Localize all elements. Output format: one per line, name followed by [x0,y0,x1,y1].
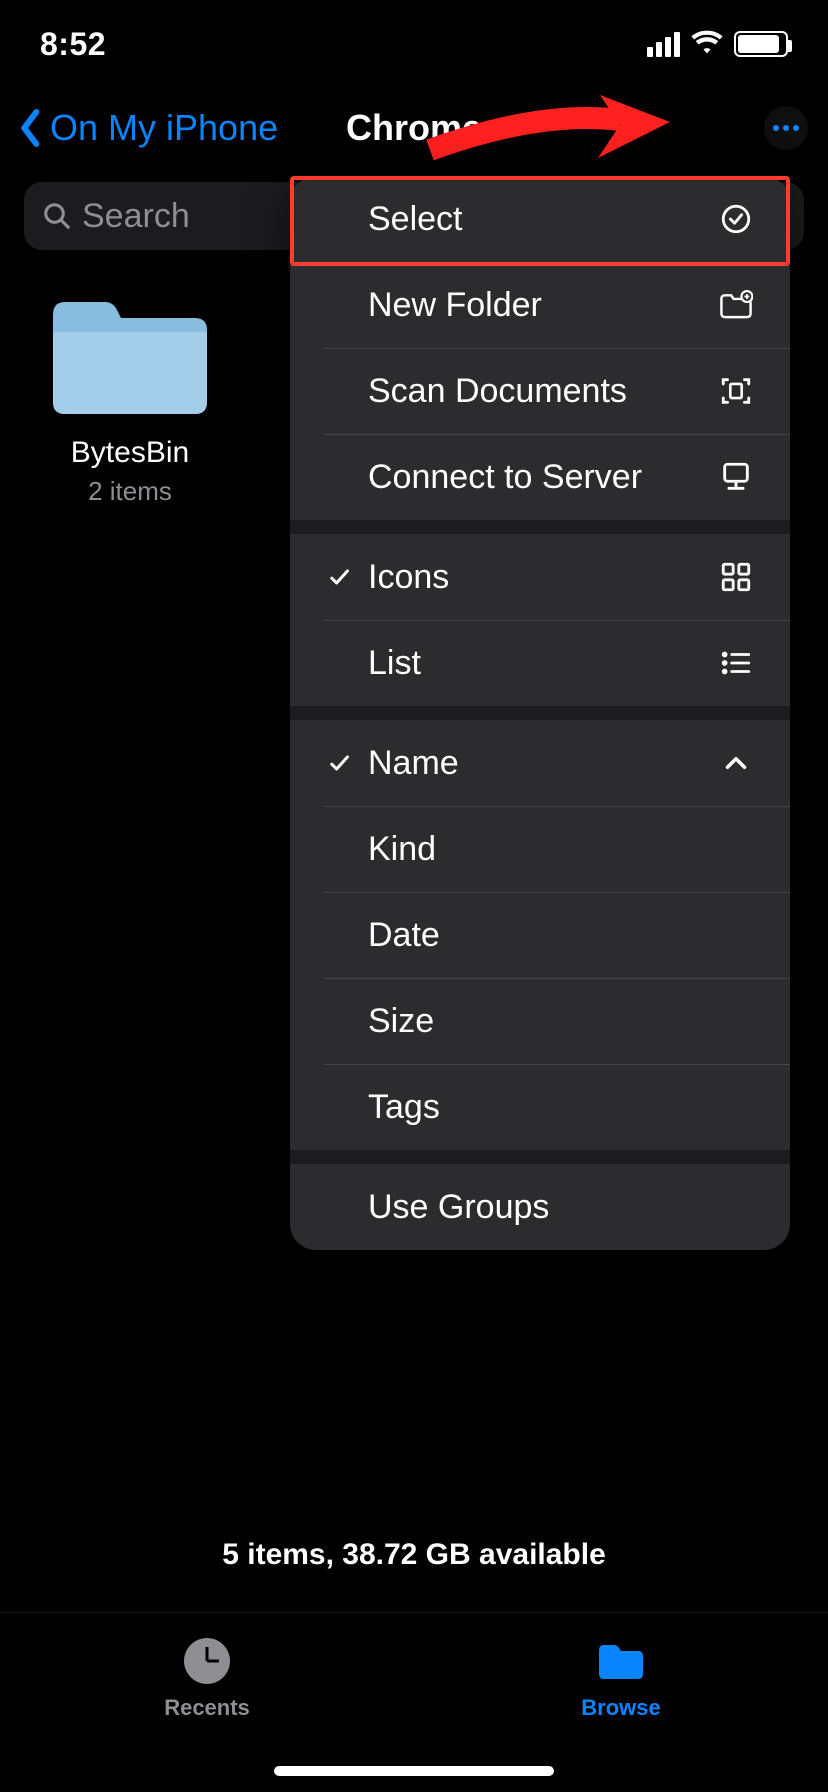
cellular-signal-icon [647,32,680,57]
battery-icon [734,31,788,57]
menu-item-sort-kind[interactable]: Kind [290,806,790,892]
menu-label: Connect to Server [324,458,642,497]
checkmark-icon [324,565,354,589]
menu-item-connect-server[interactable]: Connect to Server [290,434,790,520]
folder-icon [45,290,215,420]
search-icon [42,201,72,231]
folder-icon [593,1633,649,1689]
status-icons [647,29,788,60]
ellipsis-icon [773,125,799,131]
check-circle-icon [716,199,756,239]
status-bar: 8:52 [0,0,828,88]
item-subtitle: 2 items [88,476,172,507]
menu-label: Date [324,916,440,955]
menu-label: New Folder [324,286,542,325]
checkmark-icon [324,751,354,775]
menu-label: Icons [324,558,449,597]
chevron-up-icon [716,743,756,783]
scan-icon [716,371,756,411]
status-time: 8:52 [40,26,106,63]
menu-item-view-list[interactable]: List [290,620,790,706]
menu-label: Size [324,1002,434,1041]
storage-status: 5 items, 38.72 GB available [0,1538,828,1572]
context-menu: Select New Folder Scan Documents Connect… [290,176,790,1250]
menu-item-sort-size[interactable]: Size [290,978,790,1064]
grid-icon [716,557,756,597]
list-icon [716,643,756,683]
new-folder-icon [716,285,756,325]
chevron-left-icon [16,108,46,148]
back-label: On My iPhone [50,107,278,149]
nav-bar: On My iPhone Chrome [0,88,828,168]
menu-item-sort-tags[interactable]: Tags [290,1064,790,1150]
tab-label: Recents [164,1695,250,1721]
grid-item-folder[interactable]: BytesBin 2 items [30,290,230,644]
menu-label: Kind [324,830,436,869]
menu-item-sort-date[interactable]: Date [290,892,790,978]
page-title: Chrome [346,107,482,149]
clock-icon [179,1633,235,1689]
menu-label: List [324,644,421,683]
wifi-icon [690,29,724,60]
menu-item-sort-name[interactable]: Name [290,720,790,806]
tab-bar: Recents Browse [0,1612,828,1792]
menu-item-select[interactable]: Select [290,176,790,262]
menu-label: Tags [324,1088,440,1127]
menu-item-view-icons[interactable]: Icons [290,534,790,620]
tab-label: Browse [581,1695,660,1721]
home-indicator[interactable] [274,1766,554,1776]
server-icon [716,457,756,497]
menu-item-scan-documents[interactable]: Scan Documents [290,348,790,434]
back-button[interactable]: On My iPhone [16,107,278,149]
search-placeholder: Search [82,197,190,236]
menu-label: Use Groups [324,1188,549,1227]
menu-label: Scan Documents [324,372,627,411]
more-button[interactable] [764,106,808,150]
menu-label: Select [324,200,463,239]
menu-label: Name [324,744,459,783]
item-name: BytesBin [71,436,189,470]
menu-item-use-groups[interactable]: Use Groups [290,1164,790,1250]
menu-item-new-folder[interactable]: New Folder [290,262,790,348]
